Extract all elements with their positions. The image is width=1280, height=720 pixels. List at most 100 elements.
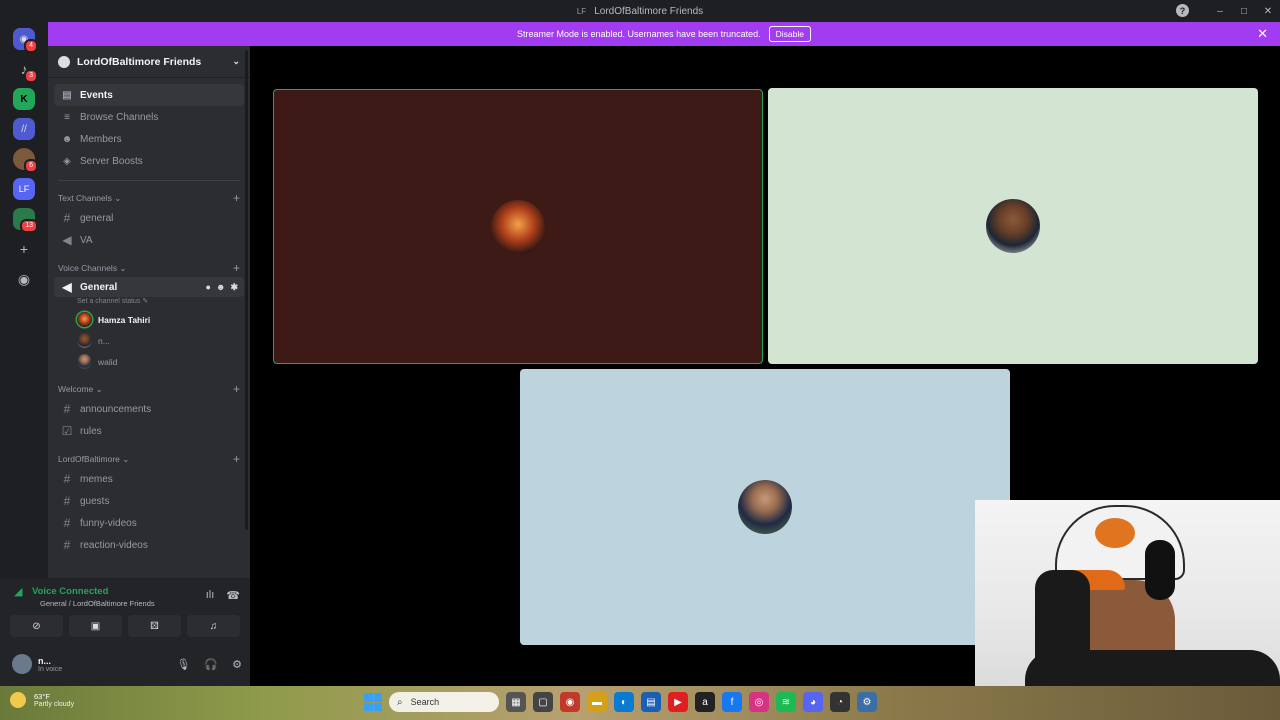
discord-home-icon[interactable]: ◉ 4: [13, 28, 38, 53]
signal-icon[interactable]: ◢: [14, 585, 32, 598]
voice-user[interactable]: n...: [48, 330, 250, 351]
taskbar-search[interactable]: ⌕ Search: [389, 692, 499, 712]
soundboard-icon[interactable]: ♫: [187, 615, 240, 637]
category-text-channels[interactable]: Text Channels ⌄ +: [48, 189, 250, 207]
sidebar-scrollbar[interactable]: [245, 50, 248, 530]
chat-icon[interactable]: ●: [206, 282, 211, 293]
channel-announcements[interactable]: # announcements: [54, 398, 244, 420]
bell-icon[interactable]: ♪ 3: [13, 58, 38, 83]
facebook-icon[interactable]: f: [722, 692, 742, 712]
channel-funny-videos[interactable]: # funny-videos: [54, 512, 244, 534]
disconnect-icon[interactable]: ☎: [226, 589, 240, 602]
help-icon[interactable]: ?: [1176, 4, 1189, 17]
avatar: [738, 480, 792, 534]
weather-widget[interactable]: 63°F Partly cloudy: [10, 692, 74, 708]
amazon-icon[interactable]: a: [695, 692, 715, 712]
voice-user-name: walid: [98, 356, 118, 367]
category-label: Voice Channels ⌄: [58, 262, 127, 273]
participant-tile[interactable]: [520, 369, 1010, 645]
folder-server-icon[interactable]: 13: [13, 208, 38, 233]
gear-icon[interactable]: ✱: [230, 282, 238, 293]
add-channel-icon[interactable]: +: [233, 261, 240, 275]
category-voice-channels[interactable]: Voice Channels ⌄ +: [48, 259, 250, 277]
category-label: LordOfBaltimore ⌄: [58, 453, 130, 464]
channel-label: general: [80, 212, 114, 224]
voice-connected-title[interactable]: Voice Connected: [32, 586, 108, 597]
server-header[interactable]: LordOfBaltimore Friends ⌄: [48, 46, 250, 78]
activity-icon[interactable]: ⚄: [128, 615, 181, 637]
channel-memes[interactable]: # memes: [54, 468, 244, 490]
voice-user[interactable]: walid: [48, 351, 250, 372]
nav-members-label: Members: [80, 133, 122, 145]
user-info[interactable]: n... In voice: [38, 656, 62, 673]
widgets-icon[interactable]: ▦: [506, 692, 526, 712]
chrome-icon[interactable]: ◉: [560, 692, 580, 712]
voice-user[interactable]: Hamza Tahiri: [48, 309, 250, 330]
task-view-icon[interactable]: ▢: [533, 692, 553, 712]
nav-browse-label: Browse Channels: [80, 111, 159, 123]
avatar: [986, 199, 1040, 253]
spotify-icon[interactable]: ≋: [776, 692, 796, 712]
discord-icon[interactable]: ◕: [803, 692, 823, 712]
photo-server-icon[interactable]: 6: [13, 148, 38, 173]
nav-boosts-label: Server Boosts: [80, 155, 143, 167]
file-explorer-icon[interactable]: ▬: [587, 692, 607, 712]
instagram-icon[interactable]: ◎: [749, 692, 769, 712]
banner-text: Streamer Mode is enabled. Usernames have…: [517, 29, 761, 39]
windows-start-icon[interactable]: [364, 693, 382, 711]
members-icon: ☻: [61, 133, 73, 145]
microphone-icon[interactable]: 🎙: [176, 658, 190, 671]
nav-members[interactable]: ☻ Members: [54, 128, 244, 150]
participant-tile[interactable]: [273, 89, 763, 364]
participant-tile[interactable]: [768, 88, 1258, 364]
slash-server-icon[interactable]: //: [13, 118, 35, 140]
channel-guests[interactable]: # guests: [54, 490, 244, 512]
add-channel-icon[interactable]: +: [233, 191, 240, 205]
chevron-down-icon[interactable]: ⌄: [232, 56, 240, 67]
headphones-icon: [1145, 540, 1175, 600]
screen-share-icon[interactable]: ▣: [69, 615, 122, 637]
headphones-icon[interactable]: 🎧: [204, 658, 218, 671]
avatar[interactable]: [12, 654, 32, 674]
maximize-button[interactable]: □: [1232, 0, 1256, 22]
add-server-icon[interactable]: +: [13, 238, 35, 260]
channel-label: reaction-videos: [80, 539, 148, 551]
avatar: [77, 354, 92, 369]
noise-suppression-icon[interactable]: ılı: [206, 589, 215, 602]
obs-icon[interactable]: ◔: [830, 692, 850, 712]
channel-va[interactable]: ◀ VA: [54, 229, 244, 251]
disable-streamer-mode-button[interactable]: Disable: [768, 26, 811, 42]
store-icon[interactable]: ▤: [641, 692, 661, 712]
nav-events[interactable]: ▤ Events: [54, 84, 244, 106]
category-welcome[interactable]: Welcome ⌄ +: [48, 380, 250, 398]
kick-server-icon[interactable]: K: [13, 88, 35, 110]
edge-icon[interactable]: ◐: [614, 692, 634, 712]
channel-general[interactable]: # general: [54, 207, 244, 229]
youtube-icon[interactable]: ▶: [668, 692, 688, 712]
close-window-button[interactable]: ✕: [1256, 0, 1280, 22]
category-label: Welcome ⌄: [58, 383, 103, 394]
add-channel-icon[interactable]: +: [233, 382, 240, 396]
lf-server-icon[interactable]: LF: [13, 178, 35, 200]
channel-sidebar: LordOfBaltimore Friends ⌄ ▤ Events ≡ Bro…: [48, 46, 250, 578]
nav-server-boosts[interactable]: ◈ Server Boosts: [54, 150, 244, 172]
camera-off-icon[interactable]: ⊘: [10, 615, 63, 637]
minimize-button[interactable]: –: [1208, 0, 1232, 22]
settings-app-icon[interactable]: ⚙: [857, 692, 877, 712]
channel-status[interactable]: Set a channel status ✎: [48, 297, 250, 309]
nav-browse-channels[interactable]: ≡ Browse Channels: [54, 106, 244, 128]
channel-rules[interactable]: ☑ rules: [54, 420, 244, 442]
channel-reaction-videos[interactable]: # reaction-videos: [54, 534, 244, 556]
avatar: [77, 333, 92, 348]
window-titlebar: LF LordOfBaltimore Friends ? – □ ✕: [0, 0, 1280, 22]
add-channel-icon[interactable]: +: [233, 452, 240, 466]
rules-icon: ☑: [61, 424, 73, 438]
invite-icon[interactable]: ☻: [216, 282, 225, 293]
category-lordofbaltimore[interactable]: LordOfBaltimore ⌄ +: [48, 450, 250, 468]
weather-icon: [10, 692, 26, 708]
voice-channel-general[interactable]: ◀ General ● ☻ ✱: [54, 277, 244, 297]
explore-icon[interactable]: ◉: [13, 268, 35, 290]
banner-close-icon[interactable]: ✕: [1257, 26, 1268, 42]
divider: [58, 180, 240, 181]
gear-icon[interactable]: ⚙: [232, 658, 242, 671]
